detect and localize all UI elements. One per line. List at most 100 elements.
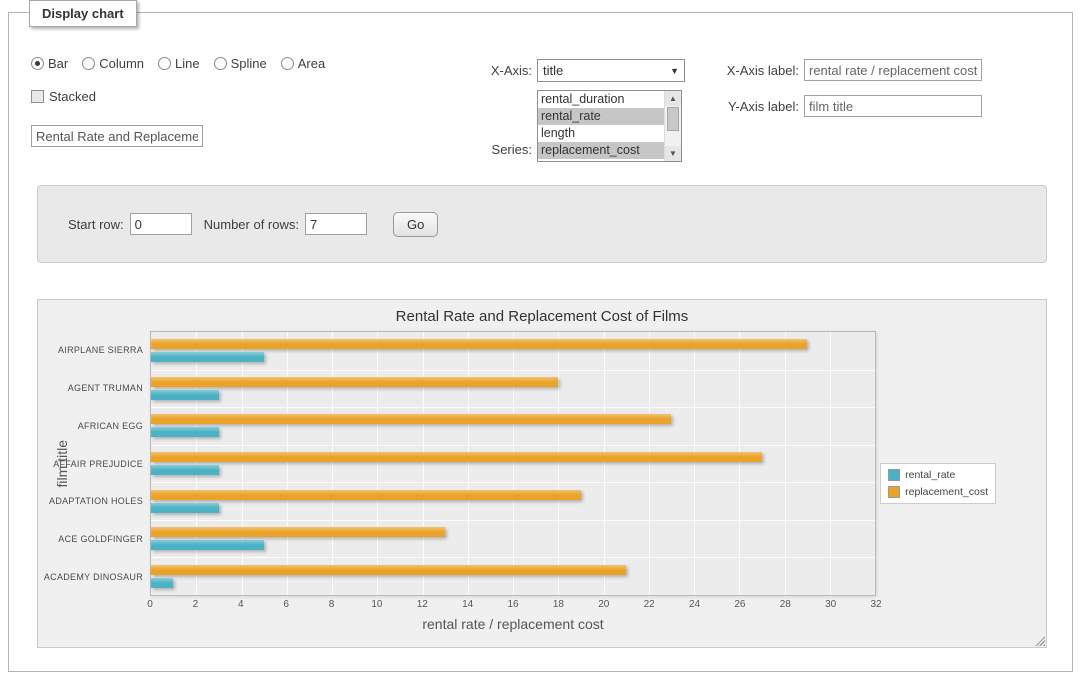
x-tick-label: 24 [689,599,700,610]
series-caption: Series: [377,142,532,157]
chart-controls: Bar Column Line Spline Area Stacked X-Axis: … [9,13,1072,185]
chart-type-option-spline[interactable]: Spline [214,56,267,71]
x-axis-title: rental rate / replacement cost [150,616,876,632]
legend-entry: rental_rate [888,469,988,481]
chart-type-option-line[interactable]: Line [158,56,200,71]
category-label: ACE GOLDFINGER [72,520,150,558]
bar-replacement_cost [151,490,581,500]
start-row-input[interactable] [130,213,192,235]
bar-replacement_cost [151,565,626,575]
radio-icon[interactable] [82,57,95,70]
x-tick-label: 8 [329,599,335,610]
category-label: ACADEMY DINOSAUR [72,558,150,596]
y-axis-label-caption: Y-Axis label: [659,99,799,114]
x-tick-label: 32 [870,599,881,610]
category-label: AIRPLANE SIERRA [72,331,150,369]
bar-rental_rate [151,503,219,513]
x-tick-label: 22 [644,599,655,610]
series-option-rental_duration[interactable]: rental_duration [538,91,664,108]
legend-entry: replacement_cost [888,486,988,498]
chart-body: film title AIRPLANE SIERRAAGENT TRUMANAF… [52,331,876,632]
chart-title-field [31,125,203,147]
x-axis-row: X-Axis: title ▼ [377,59,685,82]
x-tick-label: 0 [147,599,153,610]
chart-title-input[interactable] [31,125,203,147]
bar-rental_rate [151,427,219,437]
series-option-length[interactable]: length [538,125,664,142]
x-tick-label: 20 [598,599,609,610]
radio-icon[interactable] [214,57,227,70]
x-tick-label: 10 [371,599,382,610]
x-tick-label: 18 [553,599,564,610]
stacked-checkbox[interactable] [31,90,44,103]
chart-title: Rental Rate and Replacement Cost of Film… [38,308,1046,325]
stacked-option[interactable]: Stacked [31,89,96,104]
x-axis-label-row: X-Axis label: [659,59,982,81]
bar-group [151,482,875,520]
chart-legend: rental_rate replacement_cost [880,463,996,504]
category-label: ADAPTATION HOLES [72,482,150,520]
bar-replacement_cost [151,527,445,537]
plot-area [150,331,876,596]
legend-swatch [888,486,900,498]
y-axis-label-input[interactable] [804,95,982,117]
legend-label: rental_rate [905,469,955,481]
series-options: rental_durationrental_ratelengthreplacem… [538,91,664,161]
bar-group [151,407,875,445]
x-tick-label: 16 [507,599,518,610]
bar-replacement_cost [151,377,558,387]
bar-rental_rate [151,390,219,400]
x-axis-caption: X-Axis: [377,63,532,78]
chart-type-option-column[interactable]: Column [82,56,144,71]
y-axis-label-row: Y-Axis label: [659,95,982,117]
chart-type-option-bar[interactable]: Bar [31,56,68,71]
x-axis-label-caption: X-Axis label: [659,63,799,78]
bar-replacement_cost [151,414,671,424]
series-row: Series: rental_durationrental_ratelength… [377,90,682,162]
chart-type-option-area[interactable]: Area [281,56,325,71]
chart-type-radios: Bar Column Line Spline Area [31,56,325,71]
radio-icon[interactable] [31,57,44,70]
bar-group [151,332,875,370]
series-option-rental_rate[interactable]: rental_rate [538,108,664,125]
fieldset-legend: Display chart [29,0,137,27]
go-button[interactable]: Go [393,212,438,237]
bar-rental_rate [151,578,173,588]
x-tick-label: 6 [283,599,289,610]
radio-option-label: Bar [48,56,68,71]
y-axis-title-column: film title [52,331,72,596]
radio-option-label: Column [99,56,144,71]
bar-group [151,370,875,408]
legend-swatch [888,469,900,481]
x-ticks: 02468101214161820222426283032 [150,596,876,612]
rows-panel: Start row: Number of rows: Go [37,185,1047,263]
start-row-label: Start row: [68,217,124,232]
x-tick-label: 26 [734,599,745,610]
legend-label: replacement_cost [905,486,988,498]
x-tick-label: 14 [462,599,473,610]
resize-grip-icon[interactable] [1034,635,1045,646]
radio-icon[interactable] [158,57,171,70]
radio-icon[interactable] [281,57,294,70]
x-tick-label: 28 [780,599,791,610]
x-tick-label: 2 [193,599,199,610]
x-tick-label: 4 [238,599,244,610]
x-axis-label-input[interactable] [804,59,982,81]
x-axis-selected-value: title [543,63,563,78]
number-of-rows-input[interactable] [305,213,367,235]
chart-panel: Rental Rate and Replacement Cost of Film… [37,299,1047,648]
bar-group [151,557,875,595]
category-label: AFFAIR PREJUDICE [72,445,150,483]
x-tick-label: 12 [417,599,428,610]
x-tick-label: 30 [825,599,836,610]
bar-rental_rate [151,352,264,362]
scroll-down-icon[interactable]: ▼ [665,146,681,161]
bar-group [151,445,875,483]
bar-rental_rate [151,465,219,475]
stacked-label: Stacked [49,89,96,104]
radio-option-label: Area [298,56,325,71]
display-chart-page: Display chart Bar Column Line Spline Area St… [0,0,1081,681]
number-of-rows-label: Number of rows: [204,217,299,232]
series-option-replacement_cost[interactable]: replacement_cost [538,142,664,159]
category-label: AFRICAN EGG [72,407,150,445]
